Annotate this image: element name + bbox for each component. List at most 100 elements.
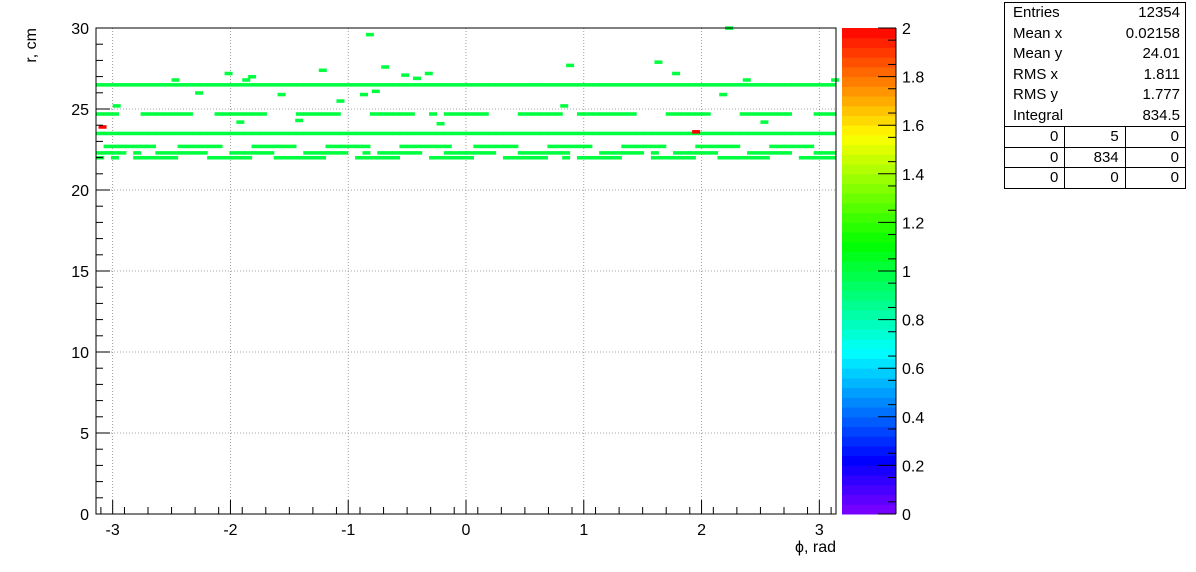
heatmap-bin bbox=[147, 112, 156, 116]
heatmap-bin bbox=[184, 131, 193, 136]
heatmap-bin bbox=[399, 83, 408, 87]
heatmap-bin bbox=[566, 63, 575, 68]
heatmap-bin bbox=[266, 131, 275, 136]
color-scale-segment bbox=[842, 271, 896, 282]
heatmap-bin bbox=[754, 112, 763, 116]
heatmap-bin bbox=[377, 83, 386, 87]
heatmap-bin bbox=[466, 112, 474, 116]
heatmap-bin bbox=[784, 131, 793, 136]
color-scale-segment bbox=[842, 339, 896, 350]
heatmap-bin bbox=[673, 131, 682, 136]
color-scale-tick-label: 1.2 bbox=[902, 215, 924, 232]
stats-label: Entries bbox=[1013, 4, 1060, 21]
color-scale-segment bbox=[842, 202, 896, 214]
color-scale-segment bbox=[842, 105, 896, 116]
heatmap-bin bbox=[443, 155, 452, 160]
stats-row-mean-y: Mean y 24.01 bbox=[1005, 44, 1185, 65]
heatmap-bin bbox=[525, 131, 534, 136]
heatmap-bin bbox=[258, 83, 267, 87]
heatmap-bin bbox=[207, 155, 216, 160]
heatmap-bin bbox=[112, 104, 121, 108]
heatmap-bin bbox=[236, 151, 245, 155]
heatmap-bin bbox=[147, 131, 156, 136]
heatmap-bin bbox=[584, 112, 593, 116]
stats-label: Mean y bbox=[1013, 45, 1063, 62]
heatmap-bin bbox=[242, 78, 251, 82]
heatmap-bin bbox=[147, 155, 156, 160]
heatmap-bin bbox=[806, 131, 815, 136]
color-scale-tick-label: 0.6 bbox=[902, 361, 924, 378]
heatmap-bin bbox=[643, 144, 652, 149]
heatmap-bin bbox=[229, 151, 238, 155]
heatmap-bin bbox=[244, 83, 253, 87]
heatmap-bin bbox=[392, 155, 401, 160]
heatmap-bin bbox=[392, 131, 401, 136]
stats-value: 834.5 bbox=[1142, 106, 1180, 124]
heatmap-bin bbox=[184, 112, 193, 116]
heatmap-bin bbox=[392, 151, 401, 155]
heatmap-bin bbox=[401, 73, 410, 77]
heatmap-bin bbox=[96, 131, 105, 136]
heatmap-bin bbox=[510, 144, 519, 149]
y-axis-tick-label: 20 bbox=[71, 183, 89, 200]
heatmap-bin bbox=[133, 155, 142, 160]
heatmap-bin bbox=[488, 131, 497, 136]
heatmap-bin bbox=[125, 144, 134, 149]
stats-row-rms-x: RMS x 1.811 bbox=[1005, 65, 1185, 86]
heatmap-bin bbox=[584, 155, 593, 160]
heatmap-bin bbox=[517, 151, 526, 155]
heatmap-bin bbox=[710, 83, 719, 87]
heatmap-bin bbox=[466, 83, 474, 87]
heatmap-bin bbox=[554, 151, 563, 155]
heatmap-bin bbox=[576, 131, 585, 136]
heatmap-bin bbox=[273, 131, 282, 136]
heatmap-bin bbox=[547, 151, 556, 155]
heatmap-bin bbox=[295, 118, 304, 123]
color-scale-segment bbox=[842, 329, 896, 340]
heatmap-bin bbox=[532, 155, 541, 160]
heatmap-bin bbox=[258, 144, 267, 149]
stats-box: Entries 12354 Mean x 0.02158 Mean y 24.01 R… bbox=[1004, 2, 1186, 189]
x-axis-tick-label: 2 bbox=[697, 522, 706, 539]
heatmap-bin bbox=[229, 112, 238, 116]
heatmap-bin bbox=[332, 83, 341, 87]
heatmap-bin bbox=[336, 99, 345, 103]
heatmap-bin bbox=[473, 151, 482, 155]
heatmap-bin bbox=[443, 112, 452, 116]
heatmap-bin bbox=[813, 155, 822, 160]
heatmap-bin bbox=[754, 131, 763, 136]
heatmap-bin bbox=[110, 144, 119, 149]
stats-grid-cell: 0 bbox=[1049, 169, 1059, 186]
heatmap-bin bbox=[702, 151, 711, 155]
heatmap-bin bbox=[140, 155, 149, 160]
heatmap-bin bbox=[162, 131, 171, 136]
heatmap-bin bbox=[266, 144, 275, 149]
heatmap-bin bbox=[760, 120, 769, 124]
heatmap-bin bbox=[236, 120, 245, 124]
heatmap-bin bbox=[451, 155, 460, 160]
heatmap-bin bbox=[554, 83, 563, 87]
heatmap-bin bbox=[214, 83, 223, 87]
heatmap-bin bbox=[769, 144, 778, 149]
heatmap-bin bbox=[140, 144, 149, 149]
heatmap-bin bbox=[406, 83, 415, 87]
heatmap-bin bbox=[277, 92, 286, 97]
stats-value: 24.01 bbox=[1142, 45, 1180, 62]
color-scale-tick-label: 0.4 bbox=[902, 410, 924, 427]
heatmap-bin bbox=[813, 151, 822, 155]
heatmap-bin bbox=[687, 83, 696, 87]
color-scale-segment bbox=[842, 183, 896, 194]
heatmap-bin bbox=[362, 83, 371, 87]
heatmap-bin bbox=[295, 155, 304, 160]
heatmap-bin bbox=[724, 144, 733, 149]
heatmap-bin bbox=[207, 131, 216, 136]
heatmap-bin bbox=[310, 83, 319, 87]
heatmap-bin bbox=[369, 112, 378, 116]
heatmap-bin bbox=[147, 144, 156, 149]
heatmap-bin bbox=[171, 78, 180, 82]
heatmap-bin bbox=[429, 83, 438, 87]
heatmap-bin bbox=[288, 144, 297, 149]
heatmap-bin bbox=[769, 112, 778, 116]
heatmap-bin bbox=[680, 155, 689, 160]
heatmap-bin bbox=[325, 131, 334, 136]
